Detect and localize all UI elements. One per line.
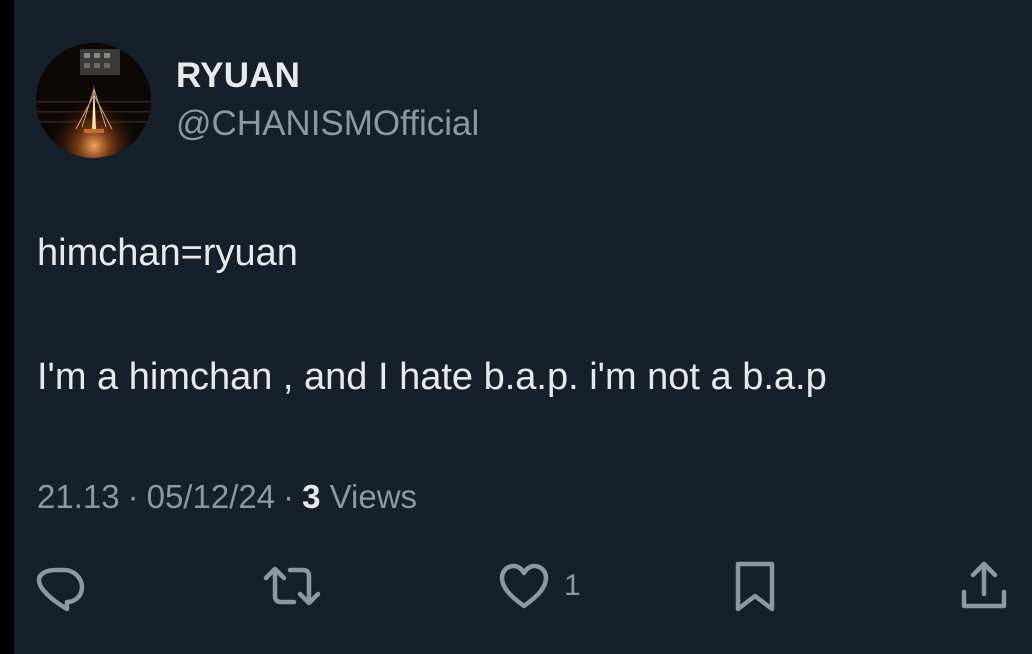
screenshot-frame: RYUAN @CHANISMOfficial himchan=ryuan I'm… (0, 0, 1032, 654)
reply-button[interactable] (32, 558, 88, 614)
tweet-date[interactable]: 05/12/24 (147, 478, 275, 515)
like-button[interactable]: 1 (496, 558, 581, 614)
avatar-image (36, 43, 151, 158)
share-button[interactable] (958, 558, 1010, 614)
tweet-text-line-2: I'm a himchan , and I hate b.a.p. i'm no… (37, 356, 827, 398)
tweet-text-line-1: himchan=ryuan (37, 232, 298, 274)
bookmark-icon (735, 561, 775, 612)
bookmark-button[interactable] (730, 558, 780, 614)
retweet-button[interactable] (260, 558, 324, 614)
reply-icon (36, 567, 85, 612)
share-icon (961, 561, 1007, 609)
views-label: Views (329, 478, 418, 515)
like-count: 1 (564, 569, 581, 602)
meta-separator: · (283, 478, 295, 515)
tweet-card: RYUAN @CHANISMOfficial himchan=ryuan I'm… (14, 0, 1032, 654)
tweet-meta: 21.13 · 05/12/24 · 3 Views (37, 478, 417, 516)
meta-separator: · (127, 478, 139, 515)
display-name[interactable]: RYUAN (176, 56, 300, 96)
avatar[interactable] (36, 43, 151, 158)
views-count: 3 (302, 478, 321, 515)
retweet-icon (263, 566, 321, 606)
heart-icon (499, 563, 549, 609)
user-handle[interactable]: @CHANISMOfficial (176, 104, 479, 144)
tweet-time[interactable]: 21.13 (37, 478, 120, 515)
